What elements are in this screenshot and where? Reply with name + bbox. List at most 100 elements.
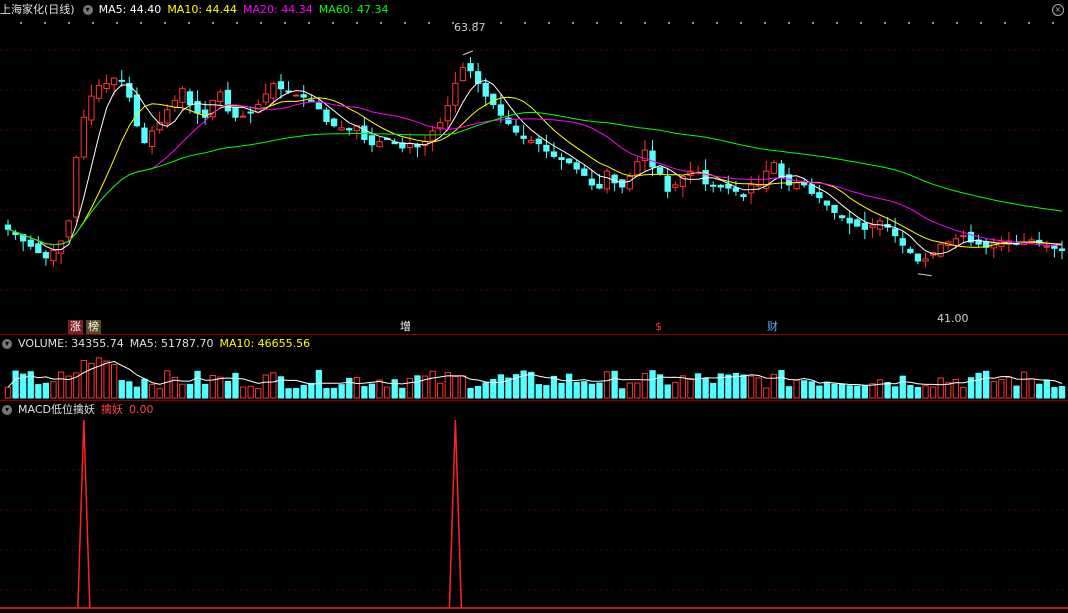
volume-bar-up [50,381,57,399]
volume-bar-down [308,382,315,399]
volume-bar-down [892,386,899,399]
macd-label: MACD低位擒妖 [18,403,95,416]
top-dot [1028,22,1030,24]
top-dot [692,22,694,24]
top-dot [740,22,742,24]
volume-bar-up [95,357,103,399]
macd-menu-icon[interactable]: ▾ [2,405,12,415]
volume-bar-down [914,387,922,399]
top-dot [1052,22,1054,24]
volume-bar-down [694,373,702,399]
top-dot [884,22,886,24]
candle-up [952,238,959,246]
event-marker-dollar[interactable]: $ [653,320,664,334]
top-dot [92,22,94,24]
volume-bar-down [12,370,19,399]
candle-up [65,220,72,238]
event-marker-zeng[interactable]: 增 [398,320,413,334]
volume-bar-down [838,383,846,399]
top-dot [44,22,46,24]
top-dot [20,22,22,24]
top-dot [620,22,622,24]
top-dot [548,22,550,24]
candle-down [649,150,656,168]
candle-up [171,99,178,108]
event-marker-zhang[interactable]: 涨 [68,320,83,334]
candle-down [118,79,125,82]
event-marker-bang[interactable]: 榜 [86,320,101,334]
volume-menu-icon[interactable]: ▾ [2,339,12,349]
candle-up [73,156,80,218]
volume-bar-up [763,387,770,399]
volume-bar-down [497,374,505,399]
candle-down [497,104,505,116]
volume-bar-down [664,384,671,399]
candle-up [179,88,186,103]
volume-bar-up [270,372,277,399]
candle-down [861,222,869,230]
candle-up [80,116,87,158]
top-dot [140,22,142,24]
candle-up [444,105,451,122]
volume-bar-up [148,383,156,399]
volume-bar-down [907,385,914,399]
volume-bar-down [194,370,201,399]
volume-bar-down [558,382,565,399]
volume-bar-up [755,377,762,399]
volume-bar-down [846,385,853,399]
candle-down [490,93,497,106]
kline-chart [0,22,1068,609]
candle-down [520,135,527,139]
volume-bar-down [611,370,618,399]
candle-down [277,81,285,90]
volume-bar-up [239,386,247,399]
volume-bar-up [452,376,459,399]
candle-down [565,158,573,164]
volume-bar-down [702,377,709,399]
volume-bar-down [133,386,141,399]
top-dot [116,22,118,24]
volume-bar-up [1020,371,1028,399]
candle-up [262,93,269,103]
volume-bar-down [528,371,535,399]
candle-up [603,170,611,190]
candle-up [960,235,967,238]
top-dot [644,22,646,24]
volume-ma10-label: MA10: 46655.56 [219,337,311,350]
top-dot [188,22,190,24]
candle-up [376,141,383,148]
candle-down [141,127,148,144]
candle-up [239,115,247,118]
volume-bar-up [922,385,929,399]
event-marker-cai[interactable]: 财 [765,320,780,334]
volume-bar-down [35,384,42,399]
volume-label: VOLUME: 34355.74 [18,337,124,350]
volume-bar-down [399,387,406,399]
volume-bar-down [118,380,125,399]
volume-bar-down [224,381,232,399]
top-dot [956,22,958,24]
volume-bar-down [201,383,209,399]
candle-down [619,179,626,188]
volume-bar-down [1043,379,1050,399]
volume-bar-up [247,385,254,399]
volume-bar-up [429,370,436,399]
candle-down [361,125,368,140]
volume-bar-down [823,381,831,399]
candle-down [573,162,580,170]
top-dot [524,22,526,24]
candle-up [452,82,459,106]
volume-bar-down [581,381,588,399]
volume-bar-down [368,383,376,399]
volume-bar-up [679,375,687,399]
volume-bar-down [346,377,353,399]
candle-down [232,106,239,118]
candle-up [793,182,800,190]
candle-up [164,109,171,124]
candle-down [505,117,512,125]
volume-bar-down [126,381,133,399]
candle-up [406,143,414,149]
volume-bar-down [656,374,664,399]
volume-bar-up [747,375,755,399]
volume-bar-down [391,379,398,399]
